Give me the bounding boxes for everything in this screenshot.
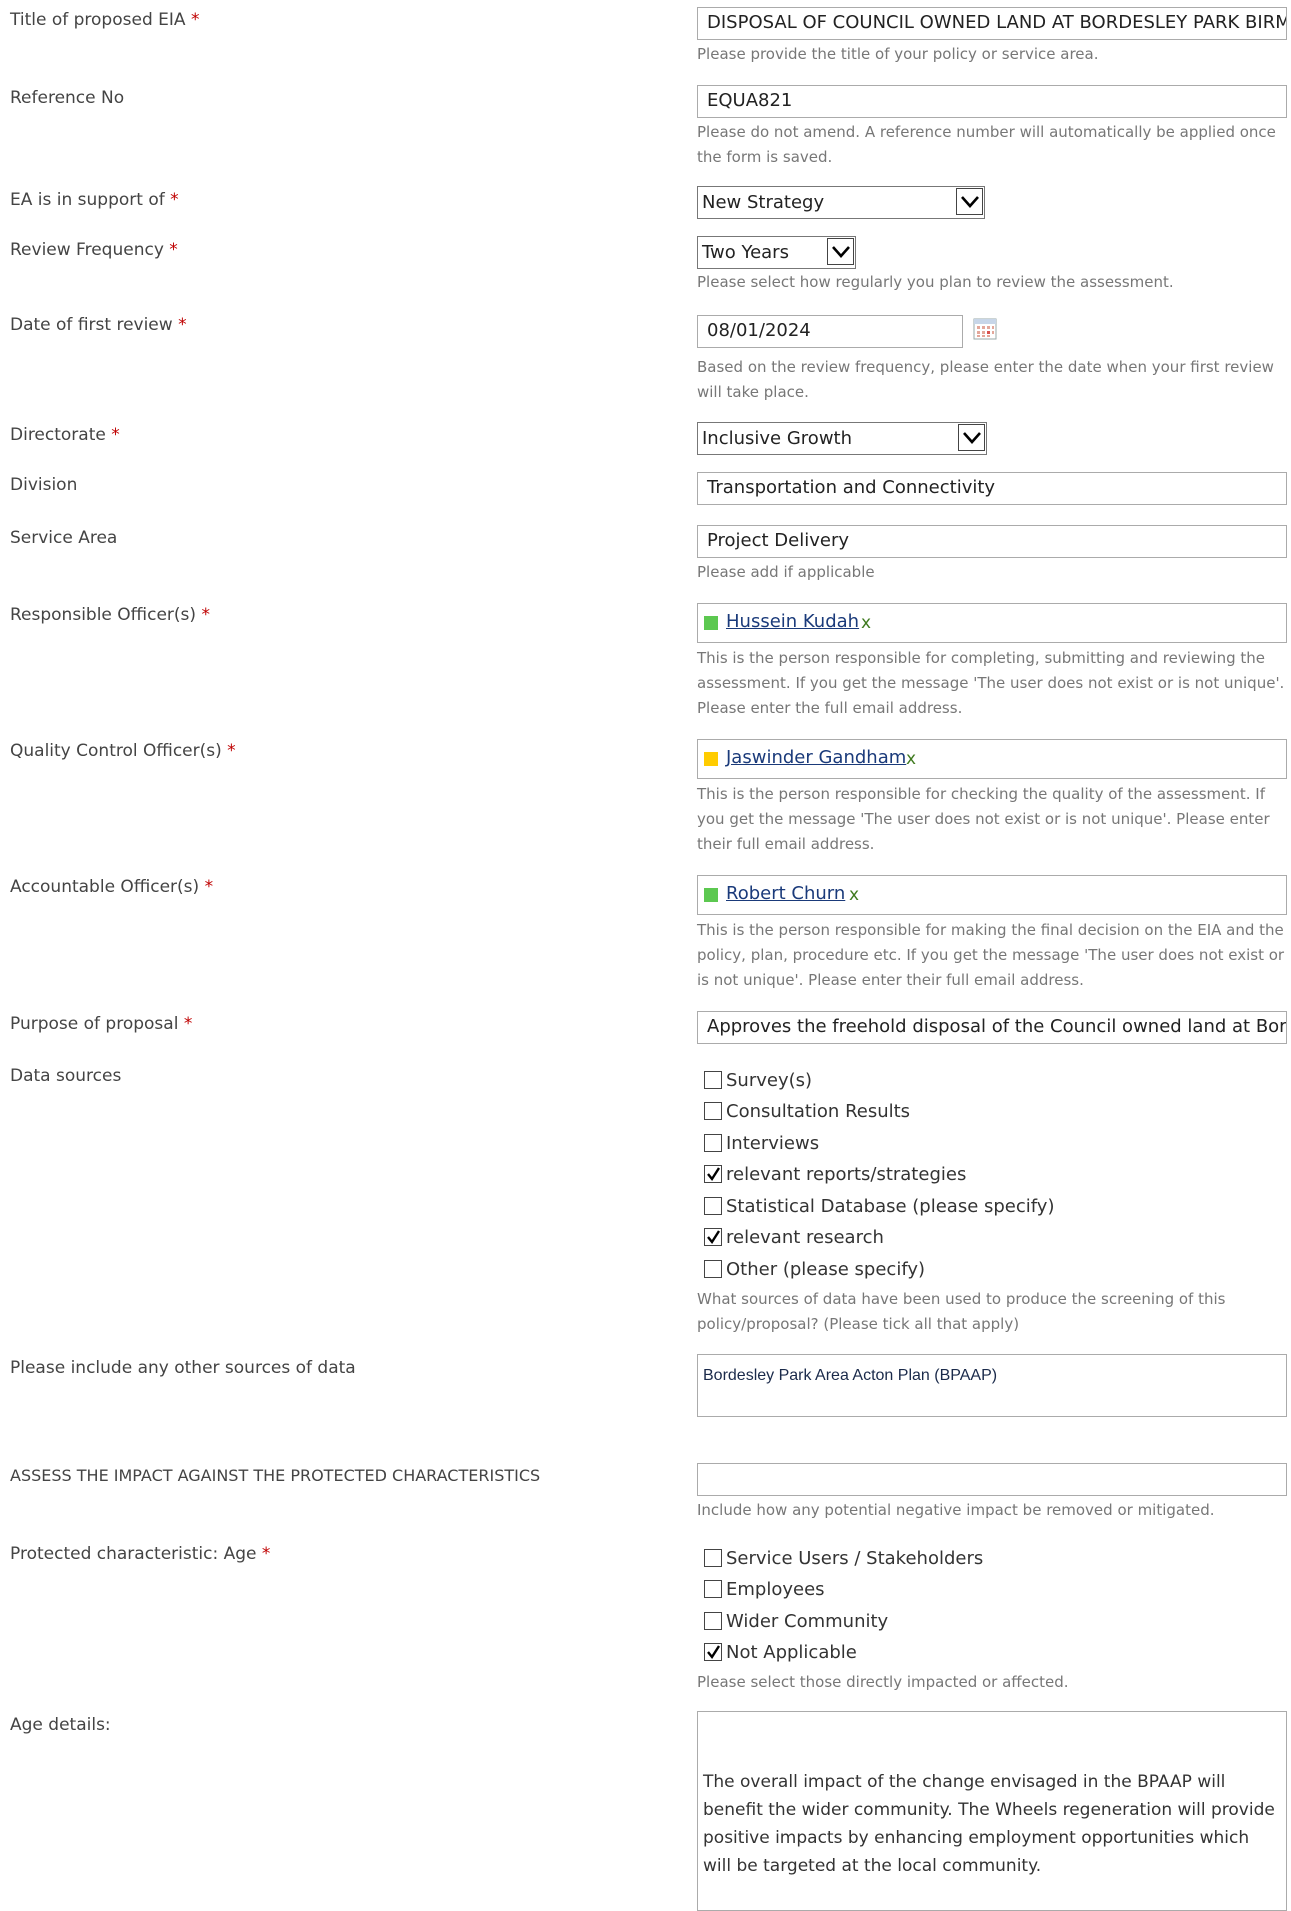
remove-accountable-officer-button[interactable]: x [849,885,859,905]
review-frequency-label: Review Frequency * [10,240,178,260]
calendar-icon[interactable] [973,318,997,344]
checkmark-icon [707,1167,721,1182]
other-sources-textarea[interactable]: Bordesley Park Area Acton Plan (BPAAP) [697,1354,1287,1417]
title-label: Title of proposed EIA * [10,10,200,30]
remove-responsible-officer-button[interactable]: x [861,613,871,633]
data-source-option[interactable]: relevant research [704,1226,884,1250]
age-option[interactable]: Wider Community [704,1610,888,1634]
checkbox-checked[interactable] [704,1643,722,1661]
age-details-textarea[interactable]: The overall impact of the change envisag… [697,1711,1287,1911]
age-option[interactable]: Service Users / Stakeholders [704,1547,983,1571]
data-sources-label: Data sources [10,1066,122,1086]
division-label: Division [10,475,78,495]
presence-indicator [704,616,718,630]
eia-form: Title of proposed EIA * DISPOSAL OF COUN… [0,0,1291,1911]
assess-impact-heading: ASSESS THE IMPACT AGAINST THE PROTECTED … [10,1466,541,1485]
responsible-officer-picker[interactable]: Hussein Kudah [697,603,1287,643]
reference-input[interactable]: EQUA821 [697,85,1287,118]
presence-indicator [704,888,718,902]
checkbox[interactable] [704,1134,722,1152]
chevron-down-icon[interactable] [956,188,983,215]
purpose-label: Purpose of proposal * [10,1014,193,1034]
accountable-officer-picker[interactable]: Robert Churn [697,875,1287,915]
accountable-officer-name[interactable]: Robert Churn [726,883,845,904]
support-of-label: EA is in support of * [10,190,179,210]
title-hint: Please provide the title of your policy … [697,45,1099,63]
quality-officer-name[interactable]: Jaswinder Gandham [726,747,906,768]
reference-label: Reference No [10,88,125,108]
age-details-label: Age details: [10,1715,111,1735]
review-frequency-hint: Please select how regularly you plan to … [697,273,1174,291]
support-of-select[interactable]: New Strategy [697,186,985,219]
chevron-down-icon[interactable] [958,424,985,451]
purpose-input[interactable]: Approves the freehold disposal of the Co… [697,1011,1287,1044]
first-review-label: Date of first review * [10,315,187,335]
checkbox[interactable] [704,1197,722,1215]
remove-quality-officer-button[interactable]: x [906,749,916,769]
title-input[interactable]: DISPOSAL OF COUNCIL OWNED LAND AT BORDES… [697,7,1287,40]
responsible-officer-name[interactable]: Hussein Kudah [726,611,859,632]
service-area-hint: Please add if applicable [697,563,875,581]
assess-impact-hint: Include how any potential negative impac… [697,1501,1215,1519]
accountable-officer-label: Accountable Officer(s) * [10,877,214,897]
checkbox[interactable] [704,1102,722,1120]
chevron-down-icon[interactable] [827,238,854,265]
quality-officer-picker[interactable]: Jaswinder Gandham [697,739,1287,779]
age-option[interactable]: Employees [704,1578,825,1602]
checkmark-icon [707,1645,721,1660]
other-sources-label: Please include any other sources of data [10,1358,356,1378]
age-label: Protected characteristic: Age * [10,1544,271,1564]
presence-indicator [704,752,718,766]
quality-officer-hint: This is the person responsible for check… [697,785,1270,853]
data-source-option[interactable]: Other (please specify) [704,1258,925,1282]
responsible-officer-label: Responsible Officer(s) * [10,605,210,625]
checkbox[interactable] [704,1612,722,1630]
review-frequency-value: Two Years [702,242,789,263]
responsible-officer-hint: This is the person responsible for compl… [697,649,1285,717]
checkbox[interactable] [704,1071,722,1089]
age-hint: Please select those directly impacted or… [697,1673,1069,1691]
service-area-input[interactable]: Project Delivery [697,525,1287,558]
directorate-label: Directorate * [10,425,120,445]
data-sources-hint: What sources of data have been used to p… [697,1290,1226,1333]
data-source-option[interactable]: Consultation Results [704,1100,910,1124]
checkbox-checked[interactable] [704,1165,722,1183]
data-source-option[interactable]: relevant reports/strategies [704,1163,966,1187]
age-option[interactable]: Not Applicable [704,1641,857,1665]
checkbox-checked[interactable] [704,1228,722,1246]
reference-hint: Please do not amend. A reference number … [697,123,1276,166]
assess-impact-input[interactable] [697,1463,1287,1496]
first-review-hint: Based on the review frequency, please en… [697,358,1274,401]
checkmark-icon [707,1230,721,1245]
data-source-option[interactable]: Statistical Database (please specify) [704,1195,1054,1219]
review-frequency-select[interactable]: Two Years [697,236,856,269]
directorate-select[interactable]: Inclusive Growth [697,422,987,455]
support-of-value: New Strategy [702,192,825,213]
checkbox[interactable] [704,1549,722,1567]
data-source-option[interactable]: Survey(s) [704,1069,812,1093]
first-review-date-input[interactable]: 08/01/2024 [697,315,963,348]
data-source-option[interactable]: Interviews [704,1132,819,1156]
service-area-label: Service Area [10,528,118,548]
checkbox[interactable] [704,1580,722,1598]
quality-officer-label: Quality Control Officer(s) * [10,741,236,761]
checkbox[interactable] [704,1260,722,1278]
accountable-officer-hint: This is the person responsible for makin… [697,921,1285,989]
directorate-value: Inclusive Growth [702,428,853,449]
division-input[interactable]: Transportation and Connectivity [697,472,1287,505]
